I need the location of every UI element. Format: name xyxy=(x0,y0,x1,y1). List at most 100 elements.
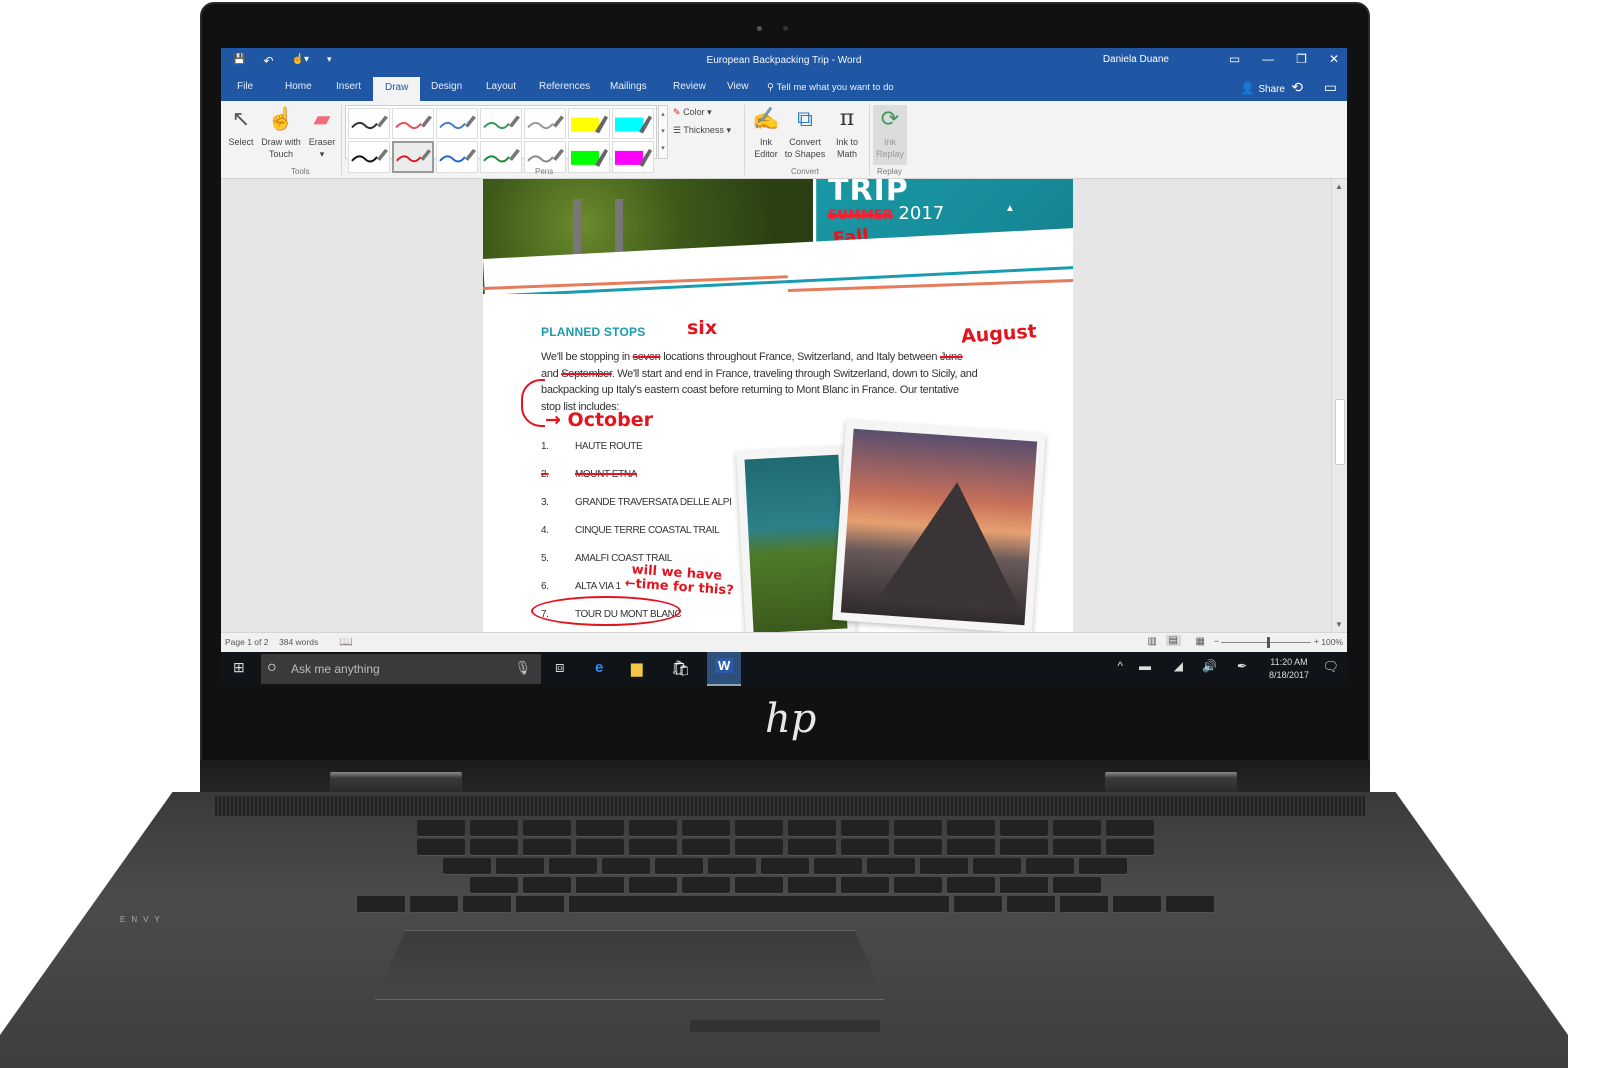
keyboard-key[interactable] xyxy=(628,839,677,855)
pen-swatch[interactable] xyxy=(436,108,478,139)
highlighter-swatch[interactable] xyxy=(568,108,610,139)
keyboard-key[interactable] xyxy=(1165,896,1214,912)
keyboard-key[interactable] xyxy=(946,877,995,893)
touchpad[interactable] xyxy=(375,930,885,1000)
highlighter-swatch[interactable] xyxy=(568,141,610,173)
share-button[interactable]: 👤 Share xyxy=(1240,81,1285,95)
pen-swatch[interactable] xyxy=(524,108,566,139)
keyboard-key[interactable] xyxy=(867,858,915,874)
keyboard-key[interactable] xyxy=(1105,839,1154,855)
show-hidden-icons-chevron[interactable]: ^ xyxy=(1117,659,1123,673)
zoom-level[interactable]: 100% xyxy=(1321,637,1343,647)
tab-draw[interactable]: Draw xyxy=(373,77,421,101)
print-layout-icon[interactable]: ▤ xyxy=(1165,635,1181,646)
keyboard-key[interactable] xyxy=(522,839,571,855)
convert-to-shapes-button[interactable]: ⧉ Convert to Shapes xyxy=(783,105,827,160)
keyboard-key[interactable] xyxy=(443,858,491,874)
tab-mailings[interactable]: Mailings xyxy=(610,81,647,92)
eraser-dropdown-icon[interactable]: ▾ xyxy=(320,149,325,159)
keyboard-key[interactable] xyxy=(681,820,730,836)
keyboard-key[interactable] xyxy=(1105,820,1154,836)
keyboard-key[interactable] xyxy=(416,820,465,836)
vertical-scrollbar[interactable]: ▲ ▼ xyxy=(1331,179,1347,632)
keyboard-key[interactable] xyxy=(840,877,889,893)
keyboard-key[interactable] xyxy=(515,896,564,912)
keyboard-key[interactable] xyxy=(999,877,1048,893)
ink-to-math-button[interactable]: π Ink to Math xyxy=(831,105,863,160)
proofing-book-icon[interactable]: 📖 xyxy=(339,635,353,648)
store-bag-icon[interactable]: 🛍 xyxy=(671,659,690,677)
keyboard-key[interactable] xyxy=(575,839,624,855)
read-mode-icon[interactable]: ▥ xyxy=(1148,636,1157,647)
tab-home[interactable]: Home xyxy=(285,81,312,92)
tab-file[interactable]: File xyxy=(237,81,253,92)
minimize-icon[interactable]: — xyxy=(1262,52,1274,66)
keyboard-key[interactable] xyxy=(893,877,942,893)
keyboard-key[interactable] xyxy=(496,858,544,874)
cortana-search-box[interactable]: ○ Ask me anything 🎙 xyxy=(261,654,541,684)
keyboard-key[interactable] xyxy=(549,858,597,874)
keyboard-key[interactable] xyxy=(469,820,518,836)
keyboard-key[interactable] xyxy=(575,820,624,836)
keyboard-key[interactable] xyxy=(681,839,730,855)
keyboard-key[interactable] xyxy=(999,839,1048,855)
keyboard-key[interactable] xyxy=(893,839,942,855)
document-page[interactable]: TRIP SUMMER 2017 Fall ▲ PLANNED STOPS si… xyxy=(483,179,1073,632)
battery-icon[interactable]: ▬ xyxy=(1139,659,1151,673)
keyboard-key[interactable] xyxy=(946,820,995,836)
task-view-icon[interactable]: ⧈ xyxy=(555,659,565,676)
highlighter-swatch[interactable] xyxy=(612,108,654,139)
ribbon-display-options-icon[interactable]: ▭ xyxy=(1229,52,1240,66)
keyboard-key[interactable] xyxy=(575,877,624,893)
pen-swatch[interactable] xyxy=(480,108,522,139)
action-center-icon[interactable]: 🗨 xyxy=(1322,659,1339,675)
zoom-out-button[interactable]: − xyxy=(1214,636,1219,646)
system-clock[interactable]: 11:20 AM 8/18/2017 xyxy=(1269,656,1309,682)
pen-swatch[interactable] xyxy=(480,141,522,173)
pen-swatch[interactable] xyxy=(392,108,434,139)
ink-replay-button[interactable]: ⟳ Ink Replay xyxy=(873,105,907,165)
select-button[interactable]: ↖ Select xyxy=(227,105,255,148)
ink-editor-button[interactable]: ✍ Ink Editor xyxy=(751,105,781,160)
highlighter-swatch[interactable] xyxy=(612,141,654,173)
wifi-icon[interactable]: ◢ xyxy=(1174,659,1183,673)
keyboard-key[interactable] xyxy=(356,896,405,912)
pen-swatch[interactable] xyxy=(348,141,390,173)
keyboard-key[interactable] xyxy=(787,877,836,893)
windows-start-icon[interactable]: ⊞ xyxy=(233,659,245,676)
pen-swatch[interactable] xyxy=(392,141,434,173)
pen-workspace-icon[interactable]: ✒ xyxy=(1237,659,1247,673)
keyboard-key[interactable] xyxy=(469,839,518,855)
comments-icon[interactable]: ▭ xyxy=(1324,79,1337,96)
keyboard-key[interactable] xyxy=(522,820,571,836)
keyboard-key[interactable] xyxy=(814,858,862,874)
keyboard-key[interactable] xyxy=(1079,858,1127,874)
tab-review[interactable]: Review xyxy=(673,81,706,92)
eraser-button[interactable]: ▰ Eraser ▾ xyxy=(307,105,337,160)
page-count[interactable]: Page 1 of 2 xyxy=(225,637,268,647)
keyboard-key[interactable] xyxy=(1059,896,1108,912)
keyboard-key[interactable] xyxy=(522,877,571,893)
tab-layout[interactable]: Layout xyxy=(486,81,516,92)
keyboard-key[interactable] xyxy=(681,877,730,893)
edge-browser-icon[interactable]: e xyxy=(595,659,603,676)
tab-design[interactable]: Design xyxy=(431,81,462,92)
pen-thickness-button[interactable]: ☰ Thickness ▾ xyxy=(673,125,731,136)
keyboard-key[interactable] xyxy=(1026,858,1074,874)
keyboard-key[interactable] xyxy=(1112,896,1161,912)
word-count[interactable]: 384 words xyxy=(279,637,318,647)
keyboard-key[interactable] xyxy=(787,820,836,836)
pen-swatch[interactable] xyxy=(348,108,390,139)
keyboard-key[interactable] xyxy=(655,858,703,874)
body-paragraph[interactable]: We'll be stopping in seven locations thr… xyxy=(541,349,981,415)
tab-insert[interactable]: Insert xyxy=(336,81,361,92)
keyboard-key[interactable] xyxy=(628,877,677,893)
history-icon[interactable]: ⟲ xyxy=(1291,79,1303,96)
keyboard-key[interactable] xyxy=(462,896,511,912)
keyboard-key[interactable] xyxy=(409,896,458,912)
zoom-in-button[interactable]: + xyxy=(1314,636,1319,646)
tell-me-search[interactable]: ⚲ Tell me what you want to do xyxy=(767,82,894,93)
keyboard-key[interactable] xyxy=(840,820,889,836)
close-icon[interactable]: ✕ xyxy=(1329,52,1339,66)
pens-gallery-scroll[interactable]: ▴ ▾ ▾ xyxy=(658,105,668,159)
